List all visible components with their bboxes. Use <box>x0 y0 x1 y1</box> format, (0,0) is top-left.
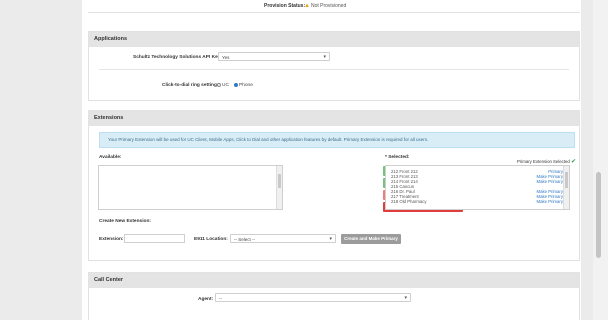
chevron-down-icon: ▾ <box>404 295 407 301</box>
e911-location-select[interactable]: -- Select -- ▾ <box>230 234 336 243</box>
ring-setting-uc[interactable]: UC <box>217 83 229 88</box>
applications-header: Applications <box>89 32 579 47</box>
warning-icon: ▲ <box>304 3 310 9</box>
chevron-down-icon: ▾ <box>323 54 326 60</box>
e911-location-label: E911 Location: <box>194 237 228 242</box>
provision-status-value: ▲Not Provisioned <box>304 3 346 9</box>
agent-label: Agent: <box>198 297 214 302</box>
selected-list[interactable]: 212 Front 212 Primary 213 Front 213 Make P… <box>385 165 570 210</box>
api-key-select[interactable]: Yes ▾ <box>218 52 330 61</box>
selected-item-name: 218 Old Pharmacy <box>391 199 427 204</box>
provision-status-text: Not Provisioned <box>310 3 347 9</box>
available-list-scrollbar-thumb[interactable] <box>278 174 281 188</box>
extensions-panel: Extensions Your Primary Extension will b… <box>88 110 580 261</box>
provision-status-label: Provision Status: <box>264 3 306 9</box>
api-key-label: Schultz Technology Solutions API Key: <box>133 55 223 60</box>
page-scrollbar[interactable] <box>593 0 608 320</box>
extensions-header: Extensions <box>89 111 579 126</box>
radio-phone-label: Phone <box>239 83 253 88</box>
provision-panel: Provision Status: ▲Not Provisioned <box>88 0 580 13</box>
radio-uc-label: UC <box>222 83 229 88</box>
divider <box>99 69 569 70</box>
primary-selected-indicator: Primary Extension Selected ✔ <box>517 158 576 165</box>
agent-select[interactable]: -- ▾ <box>215 293 411 302</box>
agent-value: -- <box>219 296 222 301</box>
create-and-make-primary-button[interactable]: Create and Make Primary <box>341 234 401 244</box>
chevron-down-icon: ▾ <box>329 236 332 242</box>
available-list-scrollbar[interactable] <box>276 166 282 209</box>
page-scrollbar-thumb[interactable] <box>596 172 601 258</box>
call-center-header: Call Center <box>89 273 579 288</box>
ring-setting-phone[interactable]: Phone <box>234 83 253 88</box>
extension-label: Extension: <box>99 237 124 242</box>
make-primary-link[interactable]: Make Primary <box>536 199 563 204</box>
radio-uc[interactable] <box>217 83 221 87</box>
e911-location-value: -- Select -- <box>234 237 256 242</box>
primary-selected-text: Primary Extension Selected <box>517 159 570 164</box>
call-center-panel: Call Center Agent: -- ▾ <box>88 272 580 320</box>
selected-list-scrollbar[interactable] <box>563 166 569 209</box>
available-label: Available: <box>99 155 122 160</box>
selected-list-scrollbar-thumb[interactable] <box>565 172 568 188</box>
selected-label: * Selected: <box>385 155 410 160</box>
right-gutter <box>581 0 593 320</box>
left-gutter <box>0 0 82 320</box>
selected-item[interactable]: 218 Old Pharmacy Make Primary <box>391 199 563 204</box>
check-icon: ✔ <box>570 159 577 165</box>
click-to-dial-label: Click-to-dial ring setting: <box>162 83 219 88</box>
applications-panel: Applications Schultz Technology Solution… <box>88 31 580 101</box>
primary-extension-info: Your Primary Extension will be used for … <box>99 132 575 148</box>
radio-phone[interactable] <box>234 83 238 87</box>
api-key-value: Yes <box>222 55 230 60</box>
create-extension-label: Create New Extension: <box>99 219 151 224</box>
extension-input[interactable] <box>124 234 185 243</box>
available-list[interactable] <box>98 165 283 210</box>
